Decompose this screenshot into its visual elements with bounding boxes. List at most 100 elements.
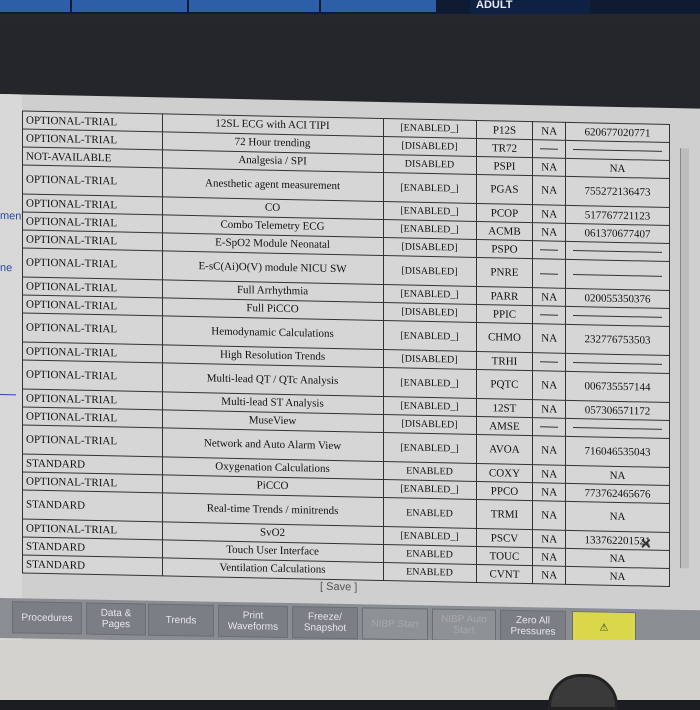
close-icon[interactable]: ✕ (640, 535, 652, 552)
enabled-state-cell[interactable]: ENABLED (383, 497, 476, 529)
top-tab-4[interactable] (321, 0, 438, 12)
feature-name-cell: Network and Auto Alarm View (162, 427, 383, 462)
feature-code-cell: PCOP (476, 203, 533, 223)
feature-code-cell: P12S (476, 120, 533, 140)
left-menu-edge: ment ne (0, 94, 24, 655)
feature-table: OPTIONAL-TRIAL 12SL ECG with ACI TIPI [ENA… (22, 110, 670, 588)
save-button[interactable]: [ Save ] (320, 581, 357, 594)
enabled-state-cell[interactable]: [ENABLED_] (383, 201, 476, 222)
feature-code-cell: PPIC (476, 304, 533, 324)
feature-code-cell: CHMO (476, 322, 533, 353)
toolbar-button-5[interactable]: NIBP Start (362, 607, 428, 641)
license-status-cell: NA (532, 121, 566, 141)
feature-code-cell: PGAS (476, 174, 533, 205)
top-tab-2[interactable] (72, 0, 189, 12)
side-menu-label[interactable]: ment (0, 210, 24, 223)
toolbar-button-6[interactable]: NIBP Auto Start (432, 608, 496, 642)
toolbar-button-1[interactable]: Data & Pages (86, 602, 146, 636)
enabled-state-cell[interactable]: [DISABLED] (383, 349, 476, 370)
feature-code-cell: PARR (476, 286, 533, 306)
side-menu-label[interactable]: ne (0, 262, 12, 274)
empty-entry-line (573, 427, 662, 430)
enabled-state-cell[interactable]: [ENABLED_] (383, 526, 476, 547)
feature-code-cell: PNRE (476, 257, 533, 288)
feature-code-cell: PPCO (476, 481, 533, 501)
license-status-cell (532, 139, 566, 159)
license-status-cell: NA (532, 204, 566, 224)
feature-code-cell: PSPO (476, 239, 533, 259)
license-key-cell: NA (565, 566, 670, 587)
license-key-cell: 620677020771 (565, 122, 670, 143)
license-key-cell (565, 418, 670, 439)
feature-code-cell: ACMB (476, 221, 533, 241)
license-status-cell: NA (532, 464, 566, 484)
license-status-cell: NA (532, 175, 566, 206)
side-divider (0, 394, 16, 396)
feature-code-cell: CVNT (476, 564, 533, 584)
feature-code-cell: AMSE (476, 416, 533, 436)
top-tab-3[interactable] (189, 0, 321, 12)
enabled-state-cell[interactable]: ENABLED (383, 461, 476, 482)
license-key-cell: 232776753503 (565, 324, 670, 356)
enabled-state-cell[interactable]: [ENABLED_] (383, 118, 476, 139)
license-key-cell: NA (565, 548, 670, 569)
feature-code-cell: TRHI (476, 351, 533, 371)
enabled-state-cell[interactable]: ENABLED (383, 562, 476, 583)
license-status-cell: NA (532, 323, 566, 354)
toolbar-button-7[interactable]: Zero All Pressures (500, 609, 566, 643)
enabled-state-cell[interactable]: [ENABLED_] (383, 320, 476, 352)
table-scrollbar[interactable] (680, 148, 689, 569)
license-status-cell: NA (532, 435, 566, 466)
feature-name-cell: Anesthetic agent measurement (162, 167, 383, 202)
toolbar-button-2[interactable]: Trends (148, 603, 214, 637)
license-key-cell: 061370677407 (565, 223, 670, 244)
enabled-state-cell[interactable]: [ENABLED_] (383, 172, 476, 204)
license-key-cell (565, 259, 670, 291)
empty-entry-line (540, 361, 559, 363)
license-type-cell: STANDARD (22, 554, 163, 576)
enabled-state-cell[interactable]: DISABLED (383, 154, 476, 175)
license-status-cell: NA (532, 529, 566, 549)
enabled-state-cell[interactable]: [ENABLED_] (383, 479, 476, 500)
license-status-cell (532, 305, 566, 325)
license-key-cell (565, 140, 670, 161)
license-status-cell: NA (532, 287, 566, 307)
toolbar-button-3[interactable]: Print Waveforms (218, 604, 288, 639)
enabled-state-cell[interactable]: ENABLED (383, 544, 476, 565)
top-tab-1[interactable] (0, 0, 72, 12)
license-status-cell: NA (532, 547, 566, 567)
patient-mode-label[interactable]: ADULT (470, 0, 590, 14)
feature-name-cell: Hemodynamic Calculations (162, 315, 383, 350)
empty-entry-line (573, 250, 662, 253)
enabled-state-cell[interactable]: [DISABLED] (383, 237, 476, 258)
enabled-state-cell[interactable]: [ENABLED_] (383, 284, 476, 305)
enabled-state-cell[interactable]: [DISABLED] (383, 136, 476, 157)
license-status-cell: NA (532, 399, 566, 419)
empty-entry-line (573, 149, 662, 152)
feature-name-cell: Ventilation Calculations (162, 557, 383, 581)
enabled-state-cell[interactable]: [DISABLED] (383, 414, 476, 435)
toolbar-button-4[interactable]: Freeze/ Snapshot (292, 606, 358, 640)
feature-license-screen: ment ne OPTIONAL-TRIAL 12SL ECG with ACI … (0, 94, 700, 669)
empty-entry-line (573, 273, 662, 277)
license-status-cell: NA (532, 222, 566, 242)
enabled-state-cell[interactable]: [ENABLED_] (383, 219, 476, 240)
license-key-cell: NA (565, 158, 670, 179)
license-type-cell: OPTIONAL-TRIAL (22, 164, 163, 197)
feature-code-cell: PQTC (476, 369, 533, 400)
license-key-cell (565, 306, 670, 327)
license-status-cell: NA (532, 500, 566, 531)
license-key-cell: 020055350376 (565, 288, 670, 309)
enabled-state-cell[interactable]: [ENABLED_] (383, 396, 476, 417)
license-key-cell: 006735557144 (565, 371, 670, 403)
enabled-state-cell[interactable]: [ENABLED_] (383, 432, 476, 464)
enabled-state-cell[interactable]: [DISABLED] (383, 302, 476, 323)
enabled-state-cell[interactable]: [DISABLED] (383, 255, 476, 287)
license-status-cell (532, 258, 566, 289)
feature-code-cell: PSPI (476, 156, 533, 176)
license-status-cell (532, 352, 566, 372)
toolbar-button-0[interactable]: Procedures (12, 601, 82, 635)
license-status-cell (532, 417, 566, 437)
feature-code-cell: AVOA (476, 434, 533, 465)
enabled-state-cell[interactable]: [ENABLED_] (383, 367, 476, 399)
